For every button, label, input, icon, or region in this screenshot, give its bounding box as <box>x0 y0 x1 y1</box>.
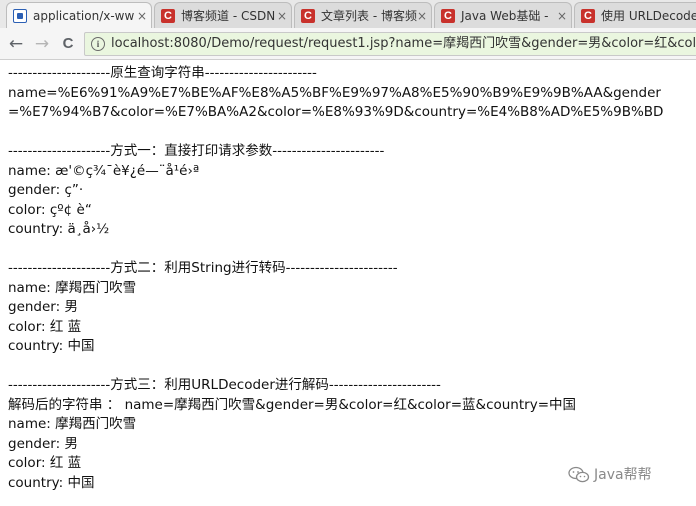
tab-java-web[interactable]: C Java Web基础 - × <box>434 2 572 28</box>
page-content: ---------------------原生查询字符串------------… <box>8 64 696 493</box>
method1-gender: gender: ç”· <box>8 182 84 198</box>
close-icon[interactable]: × <box>137 3 147 28</box>
csdn-icon: C <box>301 9 315 23</box>
back-button[interactable]: ← <box>6 34 26 54</box>
method3-decoded-string: 解码后的字符串 ： name=摩羯西门吹雪&gender=男&color=红&c… <box>8 396 577 413</box>
section-header-method2: ---------------------方式二：利用String进行转码---… <box>8 260 398 276</box>
tab-title: 博客频道 - CSDN <box>181 9 276 23</box>
raw-query-line-1: name=%E6%91%A9%E7%BE%AF%E8%A5%BF%E9%97%A… <box>8 84 661 101</box>
info-icon[interactable]: i <box>91 37 105 51</box>
csdn-icon: C <box>161 9 175 23</box>
section-header-method1: ---------------------方式一：直接打印请求参数-------… <box>8 143 385 159</box>
method1-name: name: æ'©ç¾¯è¥¿é—¨å¹é›ª <box>8 162 200 179</box>
tab-title: Java Web基础 - <box>461 9 549 23</box>
tab-title: 使用 URLDecode <box>601 9 696 23</box>
tab-article-list[interactable]: C 文章列表 - 博客频 × <box>294 2 432 28</box>
raw-query-line-2: =%E7%94%B7&color=%E7%BA%A2&color=%E8%93%… <box>8 104 664 120</box>
section-header-raw: ---------------------原生查询字符串------------… <box>8 65 317 81</box>
forward-button[interactable]: → <box>32 34 52 54</box>
app-icon <box>13 9 27 23</box>
tab-title: application/x-ww <box>33 9 135 23</box>
close-icon[interactable]: × <box>417 3 427 28</box>
tab-title: 文章列表 - 博客频 <box>321 9 417 23</box>
address-bar[interactable]: i localhost:8080/Demo/request/request1.j… <box>84 32 696 56</box>
method2-name: name: 摩羯西门吹雪 <box>8 279 137 296</box>
csdn-icon: C <box>581 9 595 23</box>
watermark: Java帮帮 <box>568 464 652 486</box>
method2-country: country: 中国 <box>8 338 95 354</box>
browser-toolbar: ← → C i localhost:8080/Demo/request/requ… <box>0 28 696 60</box>
url-text[interactable]: localhost:8080/Demo/request/request1.jsp… <box>111 33 696 55</box>
tab-urldecode[interactable]: C 使用 URLDecode <box>574 2 696 28</box>
close-icon[interactable]: × <box>557 3 567 28</box>
method2-gender: gender: 男 <box>8 299 78 315</box>
tab-application[interactable]: application/x-ww × <box>6 2 152 28</box>
tab-strip: application/x-ww × C 博客频道 - CSDN × C 文章列… <box>0 0 696 28</box>
watermark-text: Java帮帮 <box>594 467 652 483</box>
close-icon[interactable]: × <box>277 3 287 28</box>
method3-name: name: 摩羯西门吹雪 <box>8 416 137 432</box>
reload-button[interactable]: C <box>58 34 78 54</box>
wechat-icon <box>568 466 590 483</box>
method1-country: country: ä¸­å›½ <box>8 221 110 237</box>
method3-gender: gender: 男 <box>8 435 78 452</box>
method1-color: color: çº¢ è“ <box>8 201 92 218</box>
section-header-method3: ---------------------方式三：利用URLDecoder进行解… <box>8 377 441 393</box>
csdn-icon: C <box>441 9 455 23</box>
method2-color: color: 红 蓝 <box>8 318 82 335</box>
tab-csdn-blog[interactable]: C 博客频道 - CSDN × <box>154 2 292 28</box>
